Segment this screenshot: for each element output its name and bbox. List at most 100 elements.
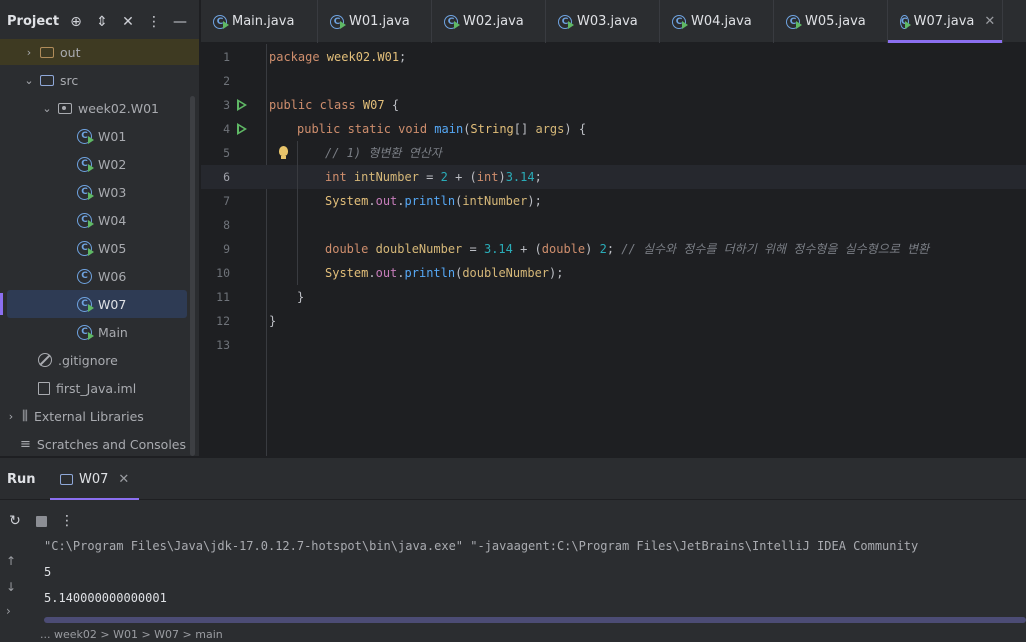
- tree-item-content: ⌄ src: [22, 73, 78, 88]
- tab-w04-java[interactable]: C W04.java: [660, 0, 774, 43]
- code-line[interactable]: 11}: [201, 285, 1026, 309]
- class-icon: C: [77, 268, 92, 284]
- collapse-all-icon[interactable]: ✕: [115, 12, 141, 32]
- tab-w02-java[interactable]: C W02.java: [432, 0, 546, 43]
- tree-item-w07[interactable]: C W07: [0, 290, 190, 318]
- code-line[interactable]: 1 package week02.W01;: [201, 45, 1026, 69]
- tree-item-gitignore[interactable]: .gitignore: [0, 346, 190, 374]
- console-horizontal-scrollbar[interactable]: [44, 617, 1026, 623]
- code-token: int: [325, 170, 354, 184]
- chevron-right-icon[interactable]: ›: [22, 46, 36, 59]
- code-token: ;: [606, 242, 622, 256]
- project-tree-scrollbar[interactable]: [190, 96, 195, 456]
- console-output[interactable]: ↑ ↓ › "C:\Program Files\Java\jdk-17.0.12…: [0, 536, 1026, 642]
- code-line[interactable]: 5 // 1) 형변환 연산자: [201, 141, 1026, 165]
- chevron-right-icon[interactable]: ›: [4, 410, 18, 423]
- tab-w07-java[interactable]: C W07.java ✕: [888, 0, 1003, 43]
- tree-item-label: src: [60, 72, 79, 88]
- gitignore-icon: [38, 353, 52, 367]
- rerun-icon[interactable]: ↻: [6, 512, 24, 530]
- java-class-icon: C: [900, 14, 911, 29]
- tree-item-out[interactable]: › out: [0, 39, 199, 65]
- locate-icon[interactable]: ⊕: [63, 12, 89, 32]
- code-line[interactable]: 7 System.out.println(intNumber);: [201, 189, 1026, 213]
- hide-panel-icon[interactable]: —: [167, 12, 193, 32]
- tree-item-w03[interactable]: C W03: [0, 178, 190, 206]
- tree-item-src[interactable]: ⌄ src: [0, 66, 190, 94]
- code-line[interactable]: 6 int intNumber = 2 + (int)3.14;: [201, 165, 1026, 189]
- code-line[interactable]: 8: [201, 213, 1026, 237]
- tree-item-w04[interactable]: C W04: [0, 206, 190, 234]
- chevron-right-icon[interactable]: ›: [6, 604, 11, 618]
- run-panel-title[interactable]: Run: [7, 472, 36, 487]
- code-token: .: [397, 194, 405, 208]
- code-line[interactable]: 13: [201, 333, 1026, 357]
- tree-item-label: W03: [98, 184, 127, 200]
- line-number: 12: [216, 314, 230, 328]
- code-token: .: [368, 194, 376, 208]
- more-options-icon[interactable]: ⋮: [141, 12, 167, 32]
- run-gutter-icon[interactable]: [237, 99, 247, 111]
- run-tab-w07[interactable]: W07 ✕: [50, 458, 140, 500]
- tree-item-w05[interactable]: C W05: [0, 234, 190, 262]
- tree-item-label: W07: [98, 296, 127, 312]
- code-token: doubleNumber: [375, 242, 463, 256]
- tree-item-first-java-iml[interactable]: first_Java.iml: [0, 374, 190, 402]
- console-output-line: 5: [44, 565, 52, 579]
- tab-w05-java[interactable]: C W05.java: [774, 0, 888, 43]
- code-line[interactable]: 9 double doubleNumber = 3.14 + (double) 2…: [201, 237, 1026, 261]
- code-token: W07: [362, 98, 385, 112]
- chevron-down-icon[interactable]: ⌄: [22, 74, 36, 87]
- lightbulb-icon[interactable]: [279, 146, 288, 159]
- runnable-class-icon: C: [77, 324, 94, 340]
- code-token: 3.14: [505, 170, 535, 184]
- breadcrumb[interactable]: ... week02 > W01 > W07 > main: [0, 628, 1026, 642]
- tree-item-w02[interactable]: C W02: [0, 150, 190, 178]
- chevron-down-icon[interactable]: ⌄: [40, 102, 54, 115]
- code-token: =: [418, 170, 441, 184]
- java-class-icon: C: [786, 14, 802, 29]
- tree-item-w01[interactable]: C W01: [0, 122, 190, 150]
- code-line[interactable]: 2: [201, 69, 1026, 93]
- project-title[interactable]: Project: [7, 14, 59, 29]
- close-icon[interactable]: ✕: [984, 14, 995, 29]
- tab-label: W02.java: [463, 14, 524, 29]
- console-output-line: 5.140000000000001: [44, 591, 167, 605]
- java-class-icon: C: [444, 14, 460, 29]
- arrow-down-icon[interactable]: ↓: [6, 580, 16, 594]
- code-editor[interactable]: 1 package week02.W01; 2 3 public class W07 {…: [201, 44, 1026, 456]
- tree-item-w06[interactable]: C W06: [0, 262, 190, 290]
- arrow-up-icon[interactable]: ↑: [6, 554, 16, 568]
- code-line[interactable]: 3 public class W07 {: [201, 93, 1026, 117]
- more-options-icon[interactable]: ⋮: [58, 512, 76, 530]
- line-number: 11: [216, 290, 230, 304]
- close-icon[interactable]: ✕: [118, 472, 129, 487]
- code-line[interactable]: 4 public static void main(String[] args) …: [201, 117, 1026, 141]
- code-text: System.out.println(doubleNumber);: [325, 261, 563, 285]
- tree-item-week02-w01[interactable]: ⌄ week02.W01: [0, 94, 190, 122]
- code-token: ;: [399, 50, 407, 64]
- line-number: 5: [223, 146, 230, 160]
- run-gutter-icon[interactable]: [237, 123, 247, 135]
- tab-w01-java[interactable]: C W01.java: [318, 0, 432, 43]
- code-token: doubleNumber: [462, 266, 550, 280]
- tree-item-main[interactable]: C Main: [0, 318, 190, 346]
- tab-label: W05.java: [805, 14, 866, 29]
- tab-w03-java[interactable]: C W03.java: [546, 0, 660, 43]
- expand-all-icon[interactable]: ⇕: [89, 12, 115, 32]
- stop-button[interactable]: [32, 512, 50, 530]
- tree-item-content: C W06: [77, 268, 126, 284]
- code-token: out: [375, 194, 398, 208]
- code-text: public class W07 {: [269, 93, 399, 117]
- tab-label: W07.java: [913, 14, 975, 29]
- code-token: .: [397, 266, 405, 280]
- code-line[interactable]: 12}: [201, 309, 1026, 333]
- code-line[interactable]: 10 System.out.println(doubleNumber);: [201, 261, 1026, 285]
- tree-item-scratches-and-consoles[interactable]: ≡ Scratches and Consoles: [0, 430, 190, 456]
- code-token: }: [297, 290, 305, 304]
- tree-item-external-libraries[interactable]: › ⫼ External Libraries: [0, 402, 190, 430]
- runnable-class-icon: C: [77, 240, 94, 256]
- code-token: // 실수와 정수를 더하기 위해 정수형을 실수형으로 변환: [621, 242, 930, 256]
- tab-main-java[interactable]: C Main.java: [201, 0, 318, 43]
- runnable-class-icon: C: [77, 156, 94, 172]
